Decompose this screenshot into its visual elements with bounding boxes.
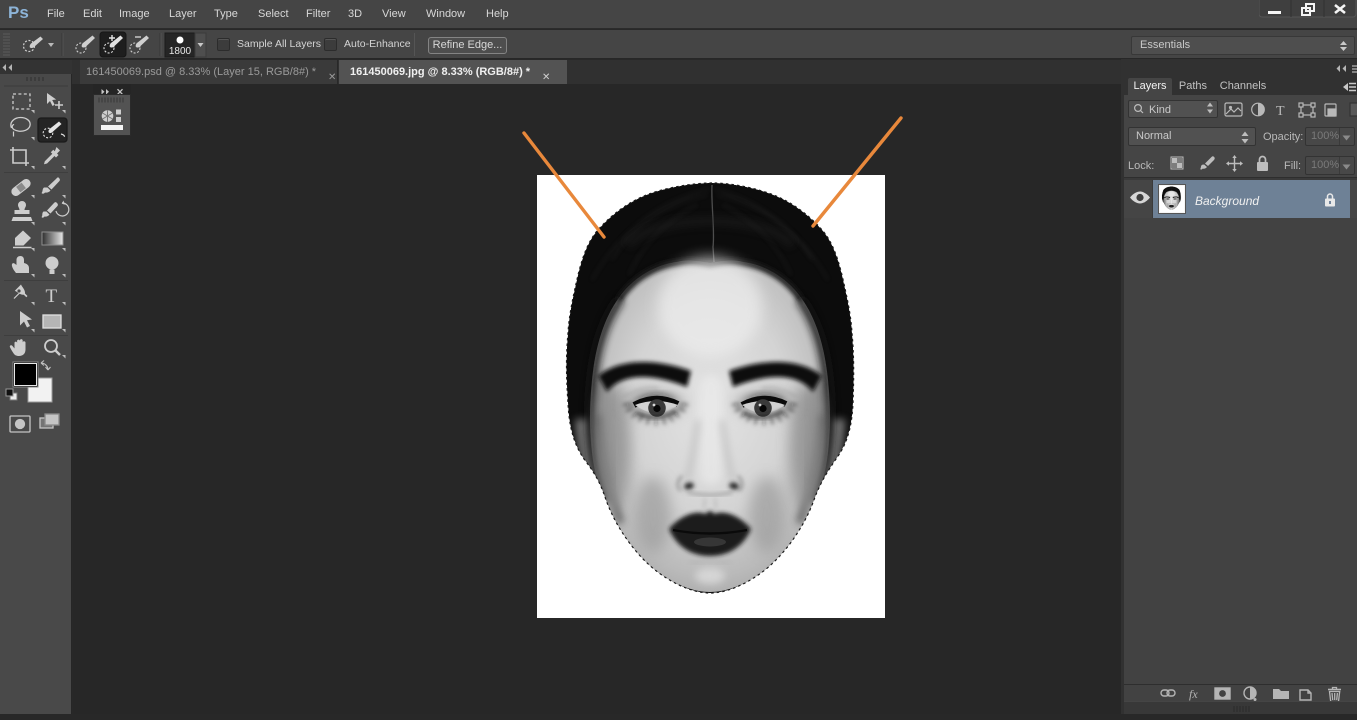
svg-text:fx: fx (1189, 687, 1198, 701)
svg-text:T: T (1276, 104, 1285, 119)
svg-text:T: T (46, 286, 58, 307)
svg-text:Kind: Kind (1149, 104, 1171, 116)
svg-text:1800: 1800 (169, 46, 192, 57)
